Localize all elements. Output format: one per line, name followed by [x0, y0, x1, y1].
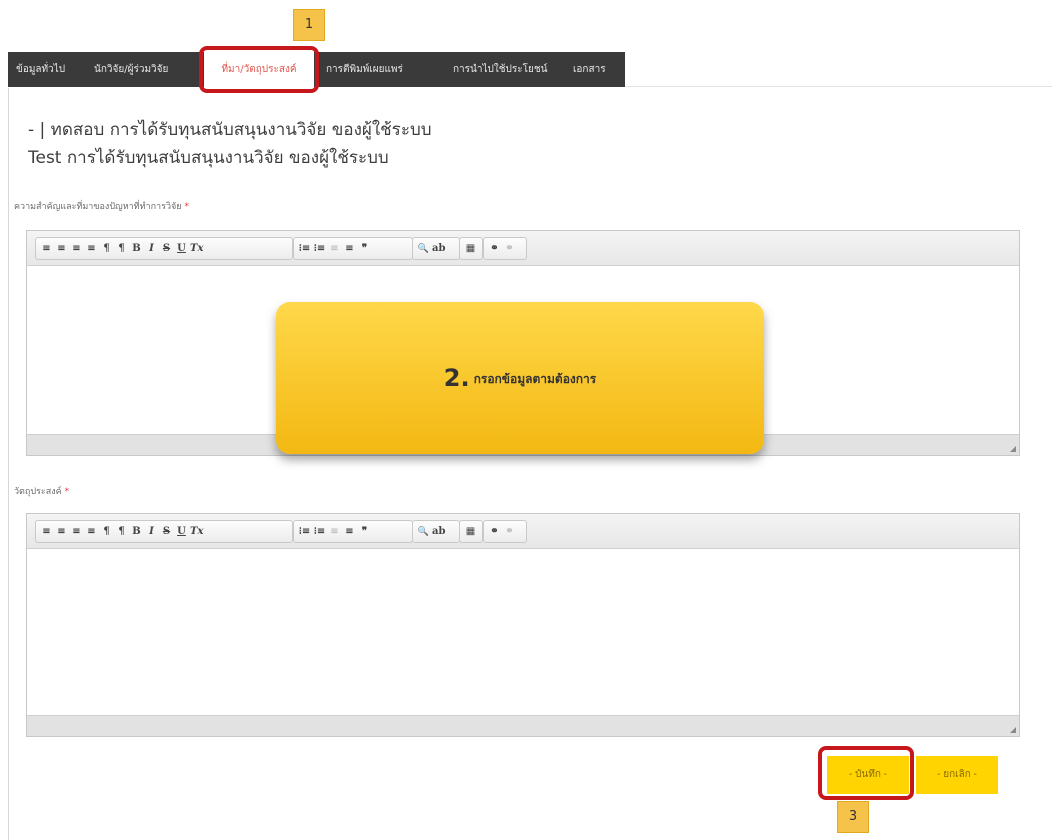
page-title-thai: - | ทดสอบ การได้รับทุนสนับสนุนงานวิจัย ข…	[28, 120, 432, 140]
editor-statusbar	[27, 715, 1019, 736]
format-button-group: ≡ ≡ ≡ ≡ ¶ ¶ B I S U Tx	[35, 520, 293, 543]
editor-content-area[interactable]	[27, 549, 1019, 715]
outdent-button[interactable]: ≡	[328, 526, 341, 537]
ltr-button[interactable]: ¶	[100, 526, 113, 537]
link-icon[interactable]: ⚭	[488, 526, 501, 537]
indent-button[interactable]: ≡	[343, 526, 356, 537]
required-mark: *	[64, 487, 70, 497]
divider	[625, 86, 1052, 87]
tab-researchers[interactable]: นักวิจัย/ผู้ร่วมวิจัย	[94, 52, 168, 87]
underline-button[interactable]: U	[175, 243, 188, 254]
required-mark: *	[184, 202, 189, 212]
step-2-callout: 2. กรอกข้อมูลตามต้องการ	[276, 302, 764, 454]
align-left-button[interactable]: ≡	[40, 243, 53, 254]
link-icon[interactable]: ⚭	[488, 243, 501, 254]
tab-publications[interactable]: การตีพิมพ์เผยแพร่	[326, 52, 403, 87]
resize-handle[interactable]	[1010, 727, 1016, 733]
blockquote-button[interactable]: ❞	[358, 526, 371, 537]
find-icon[interactable]: 🔍	[417, 244, 430, 254]
replace-button[interactable]: ab	[432, 243, 445, 254]
rtl-button[interactable]: ¶	[115, 526, 128, 537]
italic-button[interactable]: I	[145, 243, 158, 254]
editor-toolbar: ≡ ≡ ≡ ≡ ¶ ¶ B I S U Tx ⁝≡ ⁝≡ ≡ ≡ ❞ 🔍 ab …	[27, 231, 1019, 266]
background-field-label: ความสำคัญและที่มาของปัญหาที่ทำการวิจัย *	[14, 199, 189, 213]
step-1-badge: 1	[293, 9, 325, 41]
list-button-group: ⁝≡ ⁝≡ ≡ ≡ ❞	[293, 237, 413, 260]
format-button-group: ≡ ≡ ≡ ≡ ¶ ¶ B I S U Tx	[35, 237, 293, 260]
italic-button[interactable]: I	[145, 526, 158, 537]
show-blocks-button[interactable]: ▦	[464, 526, 477, 537]
block-button-group: ▦	[459, 520, 483, 543]
list-button-group: ⁝≡ ⁝≡ ≡ ≡ ❞	[293, 520, 413, 543]
underline-button[interactable]: U	[175, 526, 188, 537]
step-3-highlight	[818, 746, 914, 800]
align-center-button[interactable]: ≡	[55, 526, 68, 537]
objective-label-text: วัตถุประสงค์	[14, 487, 62, 497]
background-label-text: ความสำคัญและที่มาของปัญหาที่ทำการวิจัย	[14, 202, 182, 212]
search-button-group: 🔍 ab	[412, 520, 460, 543]
unlink-icon[interactable]: ⚭	[503, 526, 516, 537]
find-icon[interactable]: 🔍	[417, 527, 430, 537]
align-right-button[interactable]: ≡	[70, 243, 83, 254]
justify-button[interactable]: ≡	[85, 243, 98, 254]
link-button-group: ⚭ ⚭	[483, 520, 527, 543]
align-center-button[interactable]: ≡	[55, 243, 68, 254]
rtl-button[interactable]: ¶	[115, 243, 128, 254]
align-left-button[interactable]: ≡	[40, 526, 53, 537]
tab-general-info[interactable]: ข้อมูลทั่วไป	[16, 52, 65, 87]
step-3-badge: 3	[837, 801, 869, 833]
block-button-group: ▦	[459, 237, 483, 260]
remove-format-button[interactable]: Tx	[190, 526, 203, 537]
strike-button[interactable]: S	[160, 243, 173, 254]
search-button-group: 🔍 ab	[412, 237, 460, 260]
editor-toolbar: ≡ ≡ ≡ ≡ ¶ ¶ B I S U Tx ⁝≡ ⁝≡ ≡ ≡ ❞ 🔍 ab …	[27, 514, 1019, 549]
tab-documents[interactable]: เอกสาร	[573, 52, 606, 87]
unlink-icon[interactable]: ⚭	[503, 243, 516, 254]
objective-field-label: วัตถุประสงค์ *	[14, 484, 69, 498]
bullet-list-button[interactable]: ⁝≡	[313, 526, 326, 537]
bullet-list-button[interactable]: ⁝≡	[313, 243, 326, 254]
page-title-english: Test การได้รับทุนสนับสนุนงานวิจัย ของผู้…	[28, 148, 389, 168]
numbered-list-button[interactable]: ⁝≡	[298, 526, 311, 537]
numbered-list-button[interactable]: ⁝≡	[298, 243, 311, 254]
remove-format-button[interactable]: Tx	[190, 243, 203, 254]
justify-button[interactable]: ≡	[85, 526, 98, 537]
cancel-button[interactable]: - ยกเลิก -	[916, 756, 998, 794]
step-2-number: 2.	[443, 364, 470, 392]
objective-editor: ≡ ≡ ≡ ≡ ¶ ¶ B I S U Tx ⁝≡ ⁝≡ ≡ ≡ ❞ 🔍 ab …	[26, 513, 1020, 737]
strike-button[interactable]: S	[160, 526, 173, 537]
ltr-button[interactable]: ¶	[100, 243, 113, 254]
step-1-highlight	[199, 46, 319, 93]
bold-button[interactable]: B	[130, 526, 143, 537]
indent-button[interactable]: ≡	[343, 243, 356, 254]
show-blocks-button[interactable]: ▦	[464, 243, 477, 254]
step-2-text: 2. กรอกข้อมูลตามต้องการ	[276, 364, 764, 392]
bold-button[interactable]: B	[130, 243, 143, 254]
link-button-group: ⚭ ⚭	[483, 237, 527, 260]
resize-handle[interactable]	[1010, 446, 1016, 452]
blockquote-button[interactable]: ❞	[358, 243, 371, 254]
page-left-border	[8, 88, 9, 840]
step-2-instruction: กรอกข้อมูลตามต้องการ	[473, 372, 597, 386]
align-right-button[interactable]: ≡	[70, 526, 83, 537]
outdent-button[interactable]: ≡	[328, 243, 341, 254]
tab-utilization[interactable]: การนำไปใช้ประโยชน์	[453, 52, 547, 87]
replace-button[interactable]: ab	[432, 526, 445, 537]
